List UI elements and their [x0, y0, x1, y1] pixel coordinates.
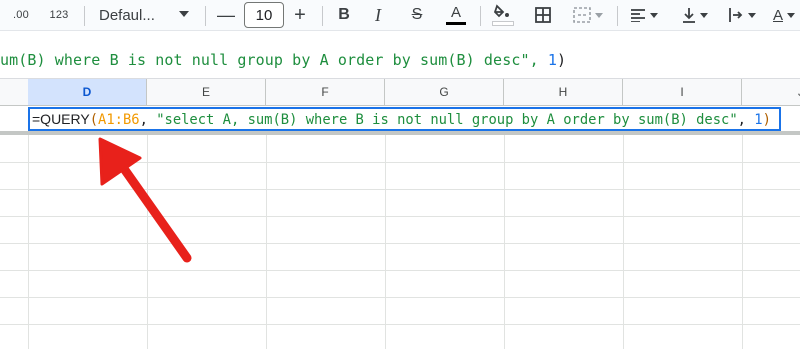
grid-line	[0, 216, 800, 217]
close-paren: )	[762, 112, 771, 128]
format-label: 123	[49, 9, 69, 21]
minus-icon: —	[217, 4, 235, 25]
column-header-f[interactable]: F	[266, 79, 385, 105]
arg-separator-2: ,	[737, 112, 755, 128]
strikethrough-button[interactable]: S	[405, 0, 429, 30]
column-header-label: H	[558, 85, 568, 99]
toolbar: .00 123 Defaul... — 10 + B I S A A	[0, 0, 800, 31]
toolbar-divider	[617, 6, 618, 26]
grid-line	[742, 135, 743, 349]
align-left-icon	[631, 9, 645, 22]
merge-cells-button[interactable]	[566, 0, 610, 30]
chevron-down-icon	[595, 12, 603, 18]
chevron-down-icon	[179, 11, 189, 17]
function-name: =QUERY	[32, 111, 90, 127]
grid-line	[147, 135, 148, 349]
column-header-label: D	[82, 85, 92, 99]
column-header-g[interactable]: G	[385, 79, 504, 105]
chevron-down-icon	[700, 12, 708, 18]
grid-line	[623, 135, 624, 349]
text-wrapping-button[interactable]	[724, 0, 760, 30]
column-header-label: G	[439, 85, 449, 99]
horizontal-align-button[interactable]	[626, 0, 662, 30]
formula-bar[interactable]: um(B) where B is not null group by A ord…	[0, 46, 800, 78]
bold-button[interactable]: B	[332, 0, 356, 30]
vertical-align-button[interactable]	[677, 0, 713, 30]
font-family-value: Defaul...	[99, 6, 155, 24]
grid-line	[0, 189, 800, 190]
grid-line	[0, 162, 800, 163]
column-header-j[interactable]: J	[742, 79, 800, 105]
chevron-down-icon	[787, 12, 795, 18]
headers-arg: 1	[754, 112, 763, 128]
text-rotation-button[interactable]: A	[768, 0, 800, 30]
italic-icon: I	[375, 4, 381, 25]
grid-line	[0, 270, 800, 271]
plus-icon: +	[294, 3, 306, 26]
font-family-select[interactable]: Defaul...	[99, 0, 195, 30]
bold-icon: B	[338, 6, 350, 23]
more-formats-button[interactable]: 123	[44, 0, 74, 30]
fill-color-button[interactable]	[490, 0, 516, 30]
text-color-icon: A	[450, 4, 461, 21]
cell-grid[interactable]	[0, 135, 800, 349]
borders-button[interactable]	[530, 0, 556, 30]
column-header-d[interactable]: D	[28, 79, 147, 105]
grid-line	[504, 135, 505, 349]
toolbar-divider	[205, 6, 206, 26]
decimal-label: .00	[13, 9, 29, 21]
italic-button[interactable]: I	[366, 0, 390, 30]
formula-bar-close: )	[557, 51, 567, 69]
grid-line	[0, 243, 800, 244]
strikethrough-icon: S	[411, 6, 423, 23]
toolbar-divider	[322, 6, 323, 26]
column-header-row: D E F G H I J	[0, 79, 800, 106]
increase-decimal-button[interactable]: .00	[6, 0, 36, 30]
text-rotation-icon: A	[772, 6, 783, 24]
formula-bar-arg: 1	[547, 51, 557, 69]
decrease-font-size-button[interactable]: —	[214, 0, 238, 30]
query-string: "select A, sum(B) where B is not null gr…	[156, 112, 738, 128]
align-bottom-icon	[683, 8, 695, 23]
text-overflow-icon	[729, 8, 743, 22]
text-color-swatch	[446, 22, 466, 25]
open-paren: (	[89, 112, 99, 128]
column-header-e[interactable]: E	[147, 79, 266, 105]
grid-line	[0, 324, 800, 325]
increase-font-size-button[interactable]: +	[288, 0, 312, 30]
borders-icon	[535, 7, 551, 23]
column-header-label: F	[321, 85, 329, 99]
chevron-down-icon	[748, 12, 756, 18]
paint-bucket-icon	[494, 4, 509, 18]
formula-bar-query: um(B) where B is not null group by A ord…	[0, 51, 548, 69]
toolbar-divider	[480, 6, 481, 26]
chevron-down-icon	[650, 12, 658, 18]
text-color-button[interactable]: A	[444, 0, 468, 30]
merge-icon	[573, 7, 591, 23]
cell-editor[interactable]: =QUERY(A1:B6, "select A, sum(B) where B …	[28, 107, 781, 131]
column-header-label: I	[680, 85, 684, 99]
arg-separator: ,	[139, 112, 157, 128]
column-header-h[interactable]: H	[504, 79, 623, 105]
grid-line	[266, 135, 267, 349]
grid-line	[28, 135, 29, 349]
formula-bar-text: um(B) where B is not null group by A ord…	[0, 51, 566, 69]
fill-color-swatch	[492, 21, 514, 26]
font-size-input[interactable]: 10	[244, 2, 284, 28]
grid-line	[385, 135, 386, 349]
column-header-label: E	[201, 85, 210, 99]
font-size-value: 10	[255, 6, 273, 24]
grid-line	[0, 297, 800, 298]
column-header-i[interactable]: I	[623, 79, 742, 105]
toolbar-divider	[84, 6, 85, 26]
range-reference: A1:B6	[98, 112, 140, 128]
